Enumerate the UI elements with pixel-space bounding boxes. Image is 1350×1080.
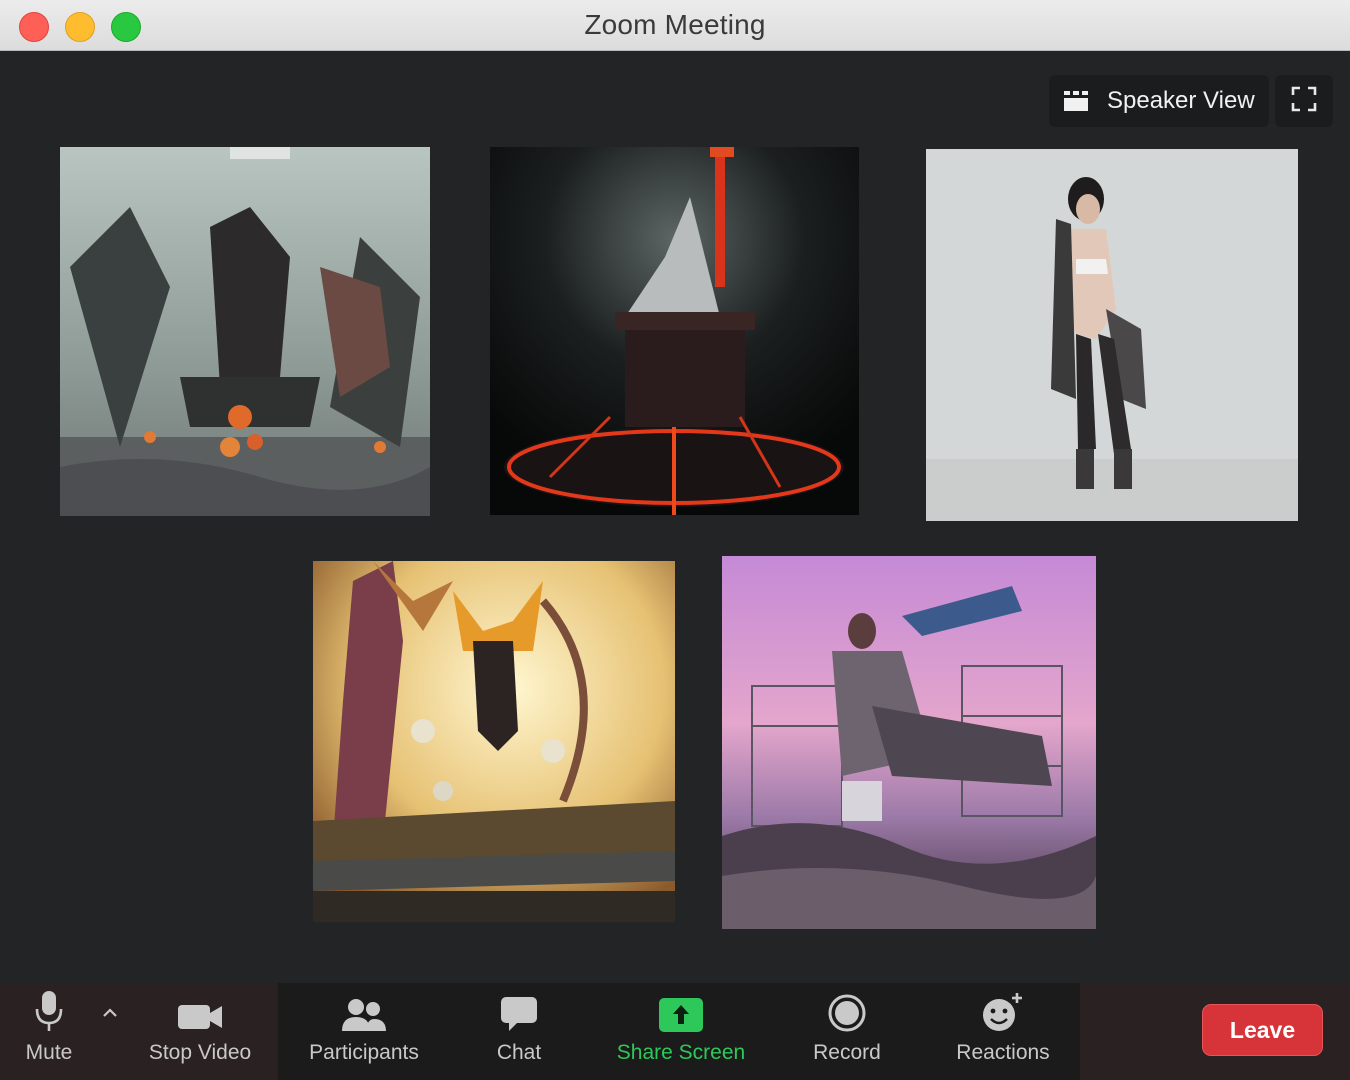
speaker-view-button[interactable]: Speaker View bbox=[1049, 75, 1269, 127]
chat-label: Chat bbox=[496, 1041, 542, 1064]
audio-options-caret[interactable] bbox=[100, 1005, 120, 1021]
chevron-up-icon bbox=[103, 1008, 117, 1017]
record-icon bbox=[827, 983, 867, 1039]
participant-video-tile-2[interactable] bbox=[490, 147, 859, 515]
video-camera-icon bbox=[176, 983, 224, 1039]
record-button[interactable]: Record bbox=[804, 983, 890, 1080]
mute-label: Mute bbox=[25, 1041, 73, 1064]
participants-button[interactable]: Participants bbox=[296, 983, 432, 1080]
mute-button[interactable]: Mute bbox=[12, 983, 86, 1080]
leave-button[interactable]: Leave bbox=[1202, 1004, 1323, 1056]
participants-label: Participants bbox=[309, 1041, 419, 1064]
participant-video-tile-3[interactable] bbox=[926, 149, 1298, 521]
participant-video-tile-5[interactable] bbox=[722, 556, 1096, 929]
speaker-view-label: Speaker View bbox=[1107, 87, 1255, 114]
stop-video-label: Stop Video bbox=[148, 1041, 252, 1064]
video-feed-5 bbox=[722, 556, 1096, 929]
chat-bubble-icon bbox=[499, 983, 539, 1039]
chat-button[interactable]: Chat bbox=[486, 983, 552, 1080]
share-screen-label: Share Screen bbox=[616, 1041, 746, 1064]
participants-icon bbox=[340, 983, 388, 1039]
meeting-toolbar: Mute Stop Video Participants Chat Share … bbox=[0, 983, 1350, 1080]
participant-video-tile-1[interactable] bbox=[60, 147, 430, 516]
share-screen-icon bbox=[658, 983, 704, 1039]
zoom-window: Zoom Meeting Speaker View Mute Stop Vide… bbox=[0, 0, 1350, 1080]
grid-icon bbox=[1063, 90, 1089, 112]
video-feed-1 bbox=[60, 147, 430, 516]
video-feed-2 bbox=[490, 147, 859, 515]
record-label: Record bbox=[813, 1041, 881, 1064]
fullscreen-button[interactable] bbox=[1275, 75, 1333, 127]
reactions-label: Reactions bbox=[956, 1041, 1050, 1064]
stop-video-button[interactable]: Stop Video bbox=[138, 983, 262, 1080]
title-bar: Zoom Meeting bbox=[0, 0, 1350, 51]
share-screen-button[interactable]: Share Screen bbox=[606, 983, 756, 1080]
video-feed-3 bbox=[926, 149, 1298, 521]
smiley-plus-icon bbox=[981, 983, 1025, 1039]
fullscreen-icon bbox=[1291, 86, 1317, 117]
window-title: Zoom Meeting bbox=[584, 9, 766, 40]
microphone-icon bbox=[34, 983, 64, 1039]
participant-video-tile-4[interactable] bbox=[313, 561, 675, 922]
reactions-button[interactable]: Reactions bbox=[944, 983, 1062, 1080]
video-feed-4 bbox=[313, 561, 675, 922]
